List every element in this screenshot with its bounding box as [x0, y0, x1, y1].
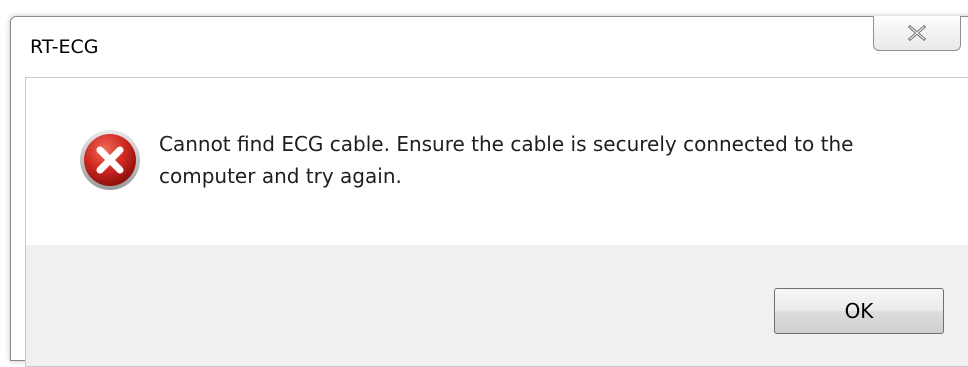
window-title: RT-ECG: [30, 36, 99, 58]
button-bar: OK: [26, 245, 968, 366]
error-icon: [80, 130, 140, 190]
error-message: Cannot find ECG cable. Ensure the cable …: [159, 132, 854, 188]
close-button[interactable]: [873, 16, 961, 51]
close-icon: [907, 25, 927, 41]
title-bar[interactable]: RT-ECG: [11, 16, 968, 77]
ok-button[interactable]: OK: [774, 288, 944, 334]
message-area: Cannot find ECG cable. Ensure the cable …: [26, 78, 968, 245]
dialog-window: RT-ECG Cannot find ECG cable. Ensure the…: [10, 16, 968, 367]
dialog-client-area: Cannot find ECG cable. Ensure the cable …: [25, 77, 968, 367]
